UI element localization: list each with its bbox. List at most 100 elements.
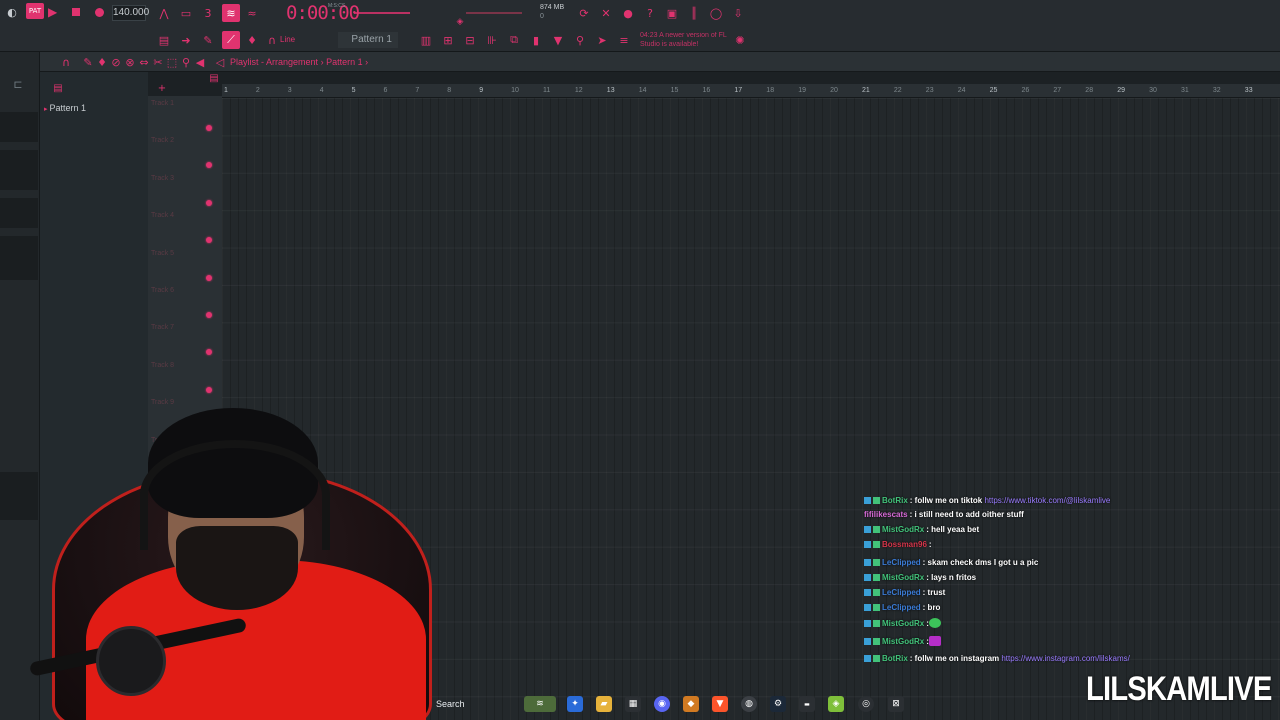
download-icon[interactable]: ⇩ [730,5,746,21]
ruler-bar-number[interactable]: 10 [511,87,519,94]
capcut-icon[interactable]: ⊠ [888,696,904,712]
step-edit-icon[interactable]: ≈ [244,5,260,21]
chat-username[interactable]: MistGodRx [882,573,924,582]
browser-section[interactable] [0,112,38,142]
ruler-bar-number[interactable]: 2 [256,87,260,94]
wait-input-icon[interactable]: ▭ [178,5,194,21]
discord-icon[interactable]: ◉ [654,696,670,712]
chat-username[interactable]: BotRix [882,496,908,505]
ruler-bar-number[interactable]: 20 [830,87,838,94]
save-icon[interactable]: ▣ [664,5,680,21]
ruler-bar-number[interactable]: 15 [671,87,679,94]
track-enable-led[interactable] [206,125,212,131]
draw-tool-icon[interactable]: ⟋ [222,31,240,49]
add-track-icon[interactable]: + [156,82,168,94]
ruler-bar-number[interactable]: 28 [1085,87,1093,94]
chat-link[interactable]: https://www.tiktok.com/@lilskamlive [984,496,1110,505]
pattern-list-item[interactable]: Pattern 1 [44,103,86,113]
chat-username[interactable]: fifilikescats [864,510,908,519]
update-notice[interactable]: 04:23 A newer version of FL Studio is av… [640,31,736,49]
track-label[interactable]: Track 4 [151,212,174,219]
app-icon[interactable]: ▬ [799,696,815,712]
ruler-bar-number[interactable]: 30 [1149,87,1157,94]
ruler-bar-number[interactable]: 27 [1053,87,1061,94]
app-icon[interactable]: ◈ [828,696,844,712]
ruler-bar-number[interactable]: 9 [479,87,483,94]
playlist-crumb[interactable]: Pattern 1 [326,57,363,67]
countdown-icon[interactable]: 3 [200,5,216,21]
chat-username[interactable]: LeClipped [882,558,921,567]
track-enable-led[interactable] [206,386,212,393]
track-label[interactable]: Track 8 [151,362,174,369]
master-volume-slider[interactable] [354,12,410,14]
track-enable-led[interactable] [206,199,212,206]
ruler-bar-number[interactable]: 17 [734,87,742,94]
chat-username[interactable]: MistGodRx [882,637,924,646]
browser-section[interactable] [0,150,38,190]
ruler-bar-number[interactable]: 21 [862,87,870,94]
ruler-bar-number[interactable]: 23 [926,87,934,94]
ruler-bar-number[interactable]: 18 [766,87,774,94]
ruler-bar-number[interactable]: 25 [990,87,998,94]
ruler-bar-number[interactable]: 1 [224,87,228,94]
ruler-bar-number[interactable]: 32 [1213,87,1221,94]
brave-browser-icon[interactable]: ▼ [712,696,728,712]
chat-username[interactable]: MistGodRx [882,525,924,534]
browser-section[interactable] [0,198,38,228]
mixer-view-icon[interactable]: ⊪ [484,32,500,48]
pattern-song-toggle[interactable]: PAT [26,3,44,19]
loop-record-icon[interactable]: ≋ [222,4,240,22]
song-time-display[interactable]: 0:00:00 [286,2,360,24]
mic-icon[interactable]: ● [620,5,636,21]
snap-label[interactable]: Line [280,35,295,44]
channel-rack-icon[interactable]: ⊞ [440,32,456,48]
copilot-icon[interactable]: ✦ [567,696,583,712]
browser-pin-icon[interactable]: ⊏ [10,76,26,92]
chat-username[interactable]: BotRix [882,654,908,663]
app-icon[interactable]: ◎ [858,696,874,712]
search-highlight-icon[interactable]: ≋ [524,696,556,712]
file-explorer-icon[interactable]: ▰ [596,696,612,712]
ruler-bar-number[interactable]: 6 [384,87,388,94]
mixer-icon[interactable]: ║ [686,5,702,21]
ruler-bar-number[interactable]: 33 [1245,87,1253,94]
play-button[interactable]: ▶ [48,5,62,21]
ruler-bar-number[interactable]: 12 [575,87,583,94]
ruler-bar-number[interactable]: 7 [415,87,419,94]
track-label[interactable]: Track 3 [151,175,174,182]
playlist-options-icon[interactable]: ▤ [208,72,220,84]
taskbar-search[interactable]: Search [430,694,520,714]
metronome-icon[interactable]: ⋀ [156,5,172,21]
paint-icon[interactable]: ♦ [244,32,260,48]
piano-roll-icon[interactable]: ⊟ [462,32,478,48]
track-label[interactable]: Track 2 [151,137,174,144]
ruler-bar-number[interactable]: 31 [1181,87,1189,94]
master-pitch-slider[interactable] [466,12,522,14]
magnet-icon[interactable]: ∩ [264,32,280,48]
track-label[interactable]: Track 5 [151,250,174,257]
pin-icon[interactable]: ▼ [550,32,566,48]
app-icon[interactable]: ◍ [741,696,757,712]
refresh-icon[interactable]: ⟳ [576,5,592,21]
link-icon[interactable]: ⚲ [572,32,588,48]
track-enable-led[interactable] [206,312,212,318]
help-icon[interactable]: ? [642,5,658,21]
stop-button[interactable] [72,8,80,16]
ruler-bar-number[interactable]: 26 [1022,87,1030,94]
steam-icon[interactable]: ⚙ [770,696,786,712]
ruler-bar-number[interactable]: 29 [1117,87,1125,94]
ruler-bar-number[interactable]: 24 [958,87,966,94]
pattern-selector[interactable]: Pattern 1 [338,32,398,48]
playlist-icon[interactable]: ▤ [156,32,172,48]
tempo-field[interactable]: 140.000 [112,5,149,21]
news-icon[interactable]: ✺ [732,32,748,48]
playlist-menu-icon[interactable]: ▤ [52,82,64,94]
browser-section[interactable] [0,236,38,280]
record-button[interactable] [95,8,104,17]
info-icon[interactable]: ≡ [616,32,632,48]
track-label[interactable]: Track 7 [151,324,174,331]
snap-magnet-icon[interactable]: ∩ [58,54,74,70]
ruler-bar-number[interactable]: 4 [320,87,324,94]
ruler-bar-number[interactable]: 22 [894,87,902,94]
ruler-bar-number[interactable]: 3 [288,87,292,94]
